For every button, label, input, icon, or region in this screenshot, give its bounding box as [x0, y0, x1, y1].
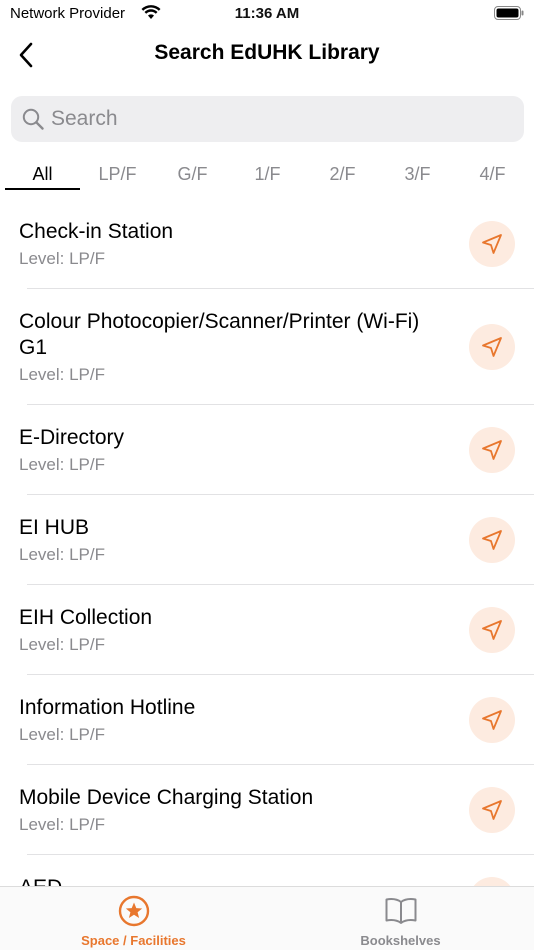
page-title: Search EdUHK Library	[154, 41, 380, 64]
tab-label: Bookshelves	[360, 933, 441, 948]
open-book-icon	[385, 898, 416, 924]
navigation-arrow-icon	[482, 620, 502, 640]
item-level: Level: LP/F	[19, 365, 105, 384]
navigate-button[interactable]	[469, 697, 515, 743]
status-bar: Network Provider 11:36 AM	[0, 0, 534, 28]
list-item[interactable]: EIH Collection Level: LP/F	[0, 585, 534, 675]
navigation-arrow-icon	[482, 337, 502, 357]
item-name: Information Hotline	[19, 696, 196, 719]
star-circle-icon	[118, 895, 149, 927]
navigate-button[interactable]	[469, 324, 515, 370]
tab-4-f[interactable]: 4/F	[455, 158, 530, 190]
navigation-bar: Search EdUHK Library	[0, 28, 534, 82]
item-name: EIH Collection	[19, 606, 153, 629]
item-level: Level: LP/F	[19, 455, 105, 474]
item-name: Mobile Device Charging Station	[19, 786, 314, 809]
item-level: Level: LP/F	[19, 545, 105, 564]
navigate-button[interactable]	[469, 787, 515, 833]
list-item[interactable]: EI HUB Level: LP/F	[0, 495, 534, 585]
search-bar[interactable]	[11, 96, 524, 142]
tab-bookshelves[interactable]: Bookshelves	[267, 887, 534, 950]
list-item[interactable]: Mobile Device Charging Station Level: LP…	[0, 765, 534, 855]
list-item[interactable]: Check-in Station Level: LP/F	[0, 200, 534, 289]
bottom-tab-bar: Space / Facilities Bookshelves	[0, 886, 534, 950]
battery-icon	[494, 6, 524, 20]
navigate-button[interactable]	[469, 607, 515, 653]
item-name: E-Directory	[19, 426, 125, 449]
tab-all[interactable]: All	[5, 158, 80, 190]
chevron-left-icon	[19, 42, 33, 68]
navigate-button[interactable]	[469, 221, 515, 267]
navigation-arrow-icon	[482, 440, 502, 460]
list-item[interactable]: AED	[0, 855, 534, 886]
item-name: Check-in Station	[19, 220, 174, 243]
tab-lp-f[interactable]: LP/F	[80, 158, 155, 190]
navigate-button[interactable]	[469, 427, 515, 473]
item-level: Level: LP/F	[19, 725, 105, 744]
tab-1-f[interactable]: 1/F	[230, 158, 305, 190]
tab-2-f[interactable]: 2/F	[305, 158, 380, 190]
list-item[interactable]: Colour Photocopier/Scanner/Printer (Wi-F…	[0, 289, 534, 405]
tab-3-f[interactable]: 3/F	[380, 158, 455, 190]
navigate-button[interactable]	[469, 517, 515, 563]
item-name: AED	[19, 875, 439, 886]
navigation-arrow-icon	[482, 710, 502, 730]
tab-g-f[interactable]: G/F	[155, 158, 230, 190]
item-name: Colour Photocopier/Scanner/Printer (Wi-F…	[19, 310, 420, 359]
back-button[interactable]	[10, 38, 42, 72]
facility-list: Check-in Station Level: LP/F Colour Phot…	[0, 200, 534, 886]
item-name: EI HUB	[19, 516, 90, 539]
search-input[interactable]	[51, 107, 491, 131]
item-level: Level: LP/F	[19, 815, 105, 834]
item-level: Level: LP/F	[19, 249, 105, 268]
navigation-arrow-icon	[482, 234, 502, 254]
tab-space-facilities[interactable]: Space / Facilities	[0, 887, 267, 950]
item-level: Level: LP/F	[19, 635, 105, 654]
navigation-arrow-icon	[482, 530, 502, 550]
navigate-button[interactable]	[469, 877, 515, 886]
list-item[interactable]: E-Directory Level: LP/F	[0, 405, 534, 495]
list-item[interactable]: Information Hotline Level: LP/F	[0, 675, 534, 765]
tab-label: Space / Facilities	[81, 933, 186, 948]
navigation-arrow-icon	[482, 800, 502, 820]
floor-filter-tabs: All LP/F G/F 1/F 2/F 3/F 4/F	[5, 158, 534, 190]
search-icon	[22, 108, 44, 130]
clock: 11:36 AM	[234, 5, 300, 22]
